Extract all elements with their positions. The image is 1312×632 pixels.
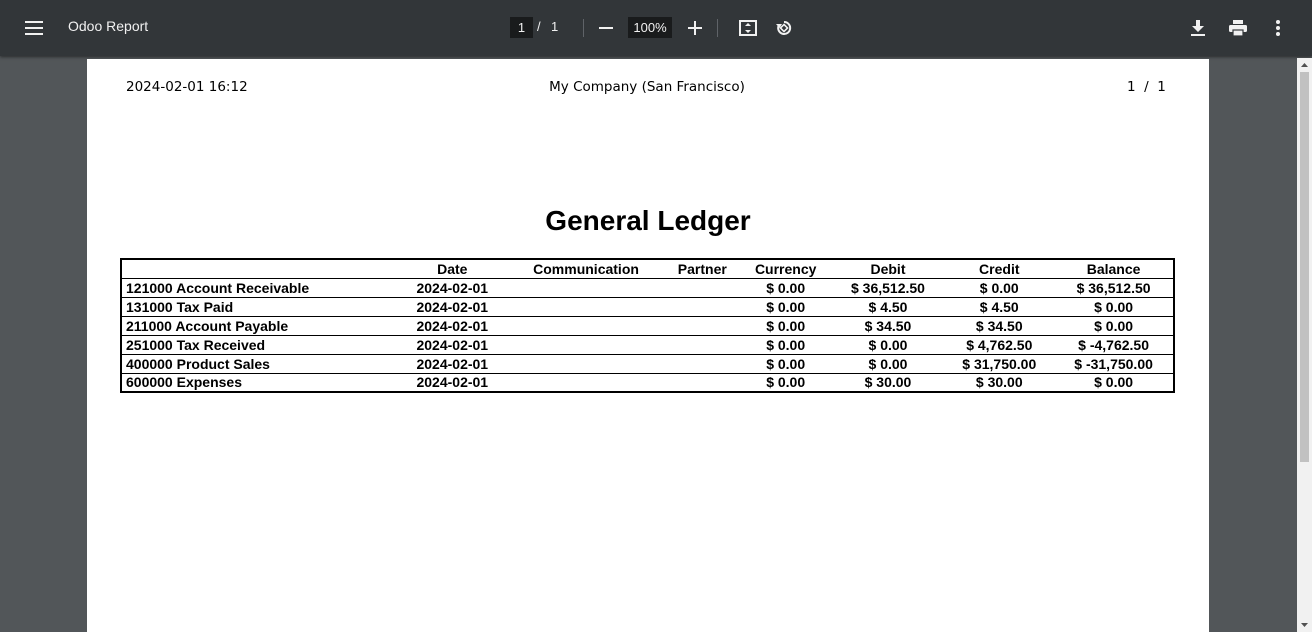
currency-cell: $ 0.00 xyxy=(739,373,832,393)
credit-cell: $ 30.00 xyxy=(944,373,1055,393)
rotate-icon xyxy=(775,19,793,37)
column-header-communication: Communication xyxy=(507,259,665,279)
credit-cell: $ 4,762.50 xyxy=(944,335,1055,355)
column-header-account xyxy=(121,259,398,279)
balance-cell: $ -31,750.00 xyxy=(1054,354,1174,374)
vertical-scrollbar[interactable] xyxy=(1297,58,1312,632)
communication-cell xyxy=(507,373,665,393)
date-cell: 2024-02-01 xyxy=(397,297,508,317)
debit-cell: $ 30.00 xyxy=(831,373,945,393)
balance-cell: $ 0.00 xyxy=(1054,297,1174,317)
zoom-out-button[interactable] xyxy=(590,12,622,44)
date-cell: 2024-02-01 xyxy=(397,335,508,355)
credit-cell: $ 0.00 xyxy=(944,278,1055,298)
plus-icon xyxy=(688,21,702,35)
credit-cell: $ 4.50 xyxy=(944,297,1055,317)
table-header-row: Date Communication Partner Currency Debi… xyxy=(121,259,1174,279)
debit-cell: $ 0.00 xyxy=(831,335,945,355)
currency-cell: $ 0.00 xyxy=(739,354,832,374)
communication-cell xyxy=(507,316,665,336)
partner-cell xyxy=(664,373,740,393)
hamburger-menu-icon xyxy=(25,21,43,35)
report-title: General Ledger xyxy=(545,205,751,236)
currency-cell: $ 0.00 xyxy=(739,316,832,336)
print-icon xyxy=(1229,20,1247,36)
partner-cell xyxy=(664,335,740,355)
page-counter: 1 / 1 xyxy=(1127,79,1166,95)
balance-cell: $ 0.00 xyxy=(1054,373,1174,393)
debit-cell: $ 36,512.50 xyxy=(831,278,945,298)
rotate-button[interactable] xyxy=(768,12,800,44)
debit-cell: $ 4.50 xyxy=(831,297,945,317)
menu-button[interactable] xyxy=(18,12,50,44)
company-name: My Company (San Francisco) xyxy=(549,79,745,95)
balance-cell: $ 36,512.50 xyxy=(1054,278,1174,298)
credit-cell: $ 31,750.00 xyxy=(944,354,1055,374)
date-cell: 2024-02-01 xyxy=(397,278,508,298)
communication-cell xyxy=(507,335,665,355)
triangle-up-icon xyxy=(1301,63,1308,67)
account-cell: 211000 Account Payable xyxy=(121,316,398,336)
debit-cell: $ 34.50 xyxy=(831,316,945,336)
total-pages: 1 xyxy=(551,19,559,34)
account-cell: 400000 Product Sales xyxy=(121,354,398,374)
credit-cell: $ 34.50 xyxy=(944,316,1055,336)
account-cell: 121000 Account Receivable xyxy=(121,278,398,298)
toolbar-divider xyxy=(583,19,584,37)
triangle-down-icon xyxy=(1301,623,1308,627)
pdf-toolbar: Odoo Report / 1 xyxy=(0,0,1312,56)
zoom-level-input[interactable] xyxy=(628,17,672,38)
fit-to-page-button[interactable] xyxy=(732,12,764,44)
column-header-partner: Partner xyxy=(664,259,740,279)
account-cell: 251000 Tax Received xyxy=(121,335,398,355)
column-header-credit: Credit xyxy=(944,259,1055,279)
partner-cell xyxy=(664,316,740,336)
pdf-page: 2024-02-01 16:12 My Company (San Francis… xyxy=(87,59,1209,632)
column-header-date: Date xyxy=(397,259,508,279)
account-cell: 600000 Expenses xyxy=(121,373,398,393)
fit-to-page-icon xyxy=(739,20,757,36)
zoom-in-button[interactable] xyxy=(679,12,711,44)
scroll-up-button[interactable] xyxy=(1297,58,1312,72)
date-cell: 2024-02-01 xyxy=(397,354,508,374)
scrollbar-thumb[interactable] xyxy=(1300,72,1309,462)
balance-cell: $ -4,762.50 xyxy=(1054,335,1174,355)
table-row: 121000 Account Receivable 2024-02-01 $ 0… xyxy=(121,278,1174,298)
more-options-button[interactable] xyxy=(1262,12,1294,44)
table-row: 600000 Expenses 2024-02-01 $ 0.00 $ 30.0… xyxy=(121,373,1174,393)
column-header-debit: Debit xyxy=(831,259,945,279)
balance-cell: $ 0.00 xyxy=(1054,316,1174,336)
partner-cell xyxy=(664,297,740,317)
print-button[interactable] xyxy=(1222,12,1254,44)
table-row: 400000 Product Sales 2024-02-01 $ 0.00 $… xyxy=(121,354,1174,374)
document-title: Odoo Report xyxy=(68,18,149,34)
column-header-balance: Balance xyxy=(1054,259,1174,279)
page-separator: / xyxy=(537,19,541,34)
date-cell: 2024-02-01 xyxy=(397,373,508,393)
download-button[interactable] xyxy=(1182,12,1214,44)
currency-cell: $ 0.00 xyxy=(739,278,832,298)
currency-cell: $ 0.00 xyxy=(739,335,832,355)
column-header-currency: Currency xyxy=(739,259,832,279)
table-row: 211000 Account Payable 2024-02-01 $ 0.00… xyxy=(121,316,1174,336)
minus-icon xyxy=(599,27,613,29)
scroll-down-button[interactable] xyxy=(1297,618,1312,632)
communication-cell xyxy=(507,297,665,317)
table-row: 131000 Tax Paid 2024-02-01 $ 0.00 $ 4.50… xyxy=(121,297,1174,317)
partner-cell xyxy=(664,354,740,374)
partner-cell xyxy=(664,278,740,298)
download-icon xyxy=(1191,20,1205,36)
currency-cell: $ 0.00 xyxy=(739,297,832,317)
account-cell: 131000 Tax Paid xyxy=(121,297,398,317)
page-number-input[interactable] xyxy=(510,17,533,38)
communication-cell xyxy=(507,354,665,374)
more-vert-icon xyxy=(1276,20,1280,36)
date-cell: 2024-02-01 xyxy=(397,316,508,336)
debit-cell: $ 0.00 xyxy=(831,354,945,374)
table-row: 251000 Tax Received 2024-02-01 $ 0.00 $ … xyxy=(121,335,1174,355)
toolbar-divider xyxy=(717,19,718,37)
communication-cell xyxy=(507,278,665,298)
general-ledger-table: Date Communication Partner Currency Debi… xyxy=(120,258,1175,393)
